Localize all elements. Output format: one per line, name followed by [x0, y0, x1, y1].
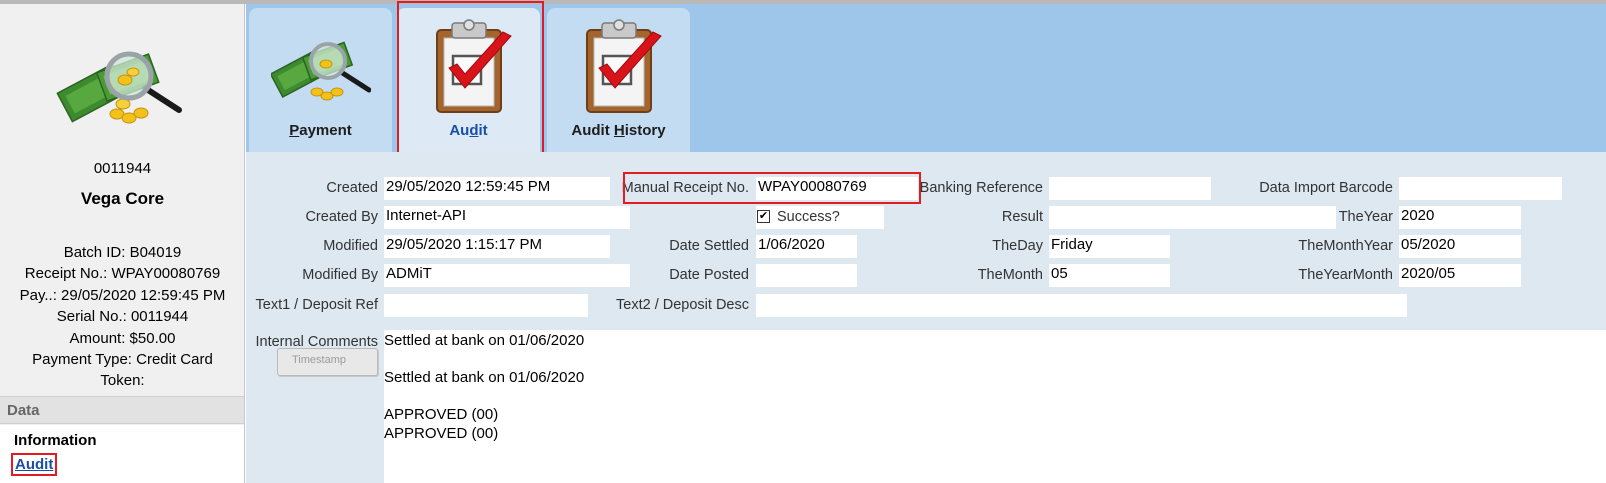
tab-audit-history-mnemonic: H	[613, 122, 625, 139]
tab-audit-highlight	[397, 1, 544, 154]
comment-line	[384, 351, 1606, 370]
text2-label: Text2 / Deposit Desc	[616, 297, 749, 313]
modified-by-field[interactable]: ADMiT	[384, 264, 630, 287]
manual-receipt-highlight	[623, 172, 921, 204]
timestamp-button[interactable]: Timestamp	[277, 348, 378, 376]
theday-label: TheDay	[992, 238, 1043, 254]
data-item-audit[interactable]: Audit	[11, 453, 58, 476]
comment-line	[384, 388, 1606, 407]
batch-id-text: Batch ID: B04019	[63, 244, 182, 261]
tab-audit-history-pre: Audit	[571, 122, 614, 139]
text1-field[interactable]	[384, 294, 588, 317]
tab-audit-history-rest: istory	[624, 122, 666, 139]
serial-no-text: Serial No.: 0011944	[56, 308, 189, 326]
tab-payment-label: Payment	[249, 122, 392, 139]
success-checkbox[interactable]: ✔	[757, 210, 770, 223]
text2-field[interactable]	[756, 294, 1407, 317]
success-label: Success?	[777, 209, 840, 225]
tab-payment-mnemonic: P	[289, 122, 300, 139]
tab-audit-history[interactable]: Audit History	[547, 8, 690, 153]
data-import-barcode-label: Data Import Barcode	[1259, 180, 1393, 196]
banking-reference-field[interactable]	[1049, 177, 1211, 200]
result-field[interactable]	[1049, 206, 1336, 229]
created-field[interactable]: 29/05/2020 12:59:45 PM	[384, 177, 610, 200]
result-label: Result	[1001, 209, 1043, 225]
data-item-information[interactable]: Information	[14, 432, 97, 449]
themonthyear-label: TheMonthYear	[1298, 238, 1393, 254]
comment-line: Settled at bank on 01/06/2020	[384, 332, 585, 349]
date-posted-field[interactable]	[756, 264, 857, 287]
comment-line: Settled at bank on 01/06/2020	[384, 369, 585, 386]
created-label: Created	[326, 180, 378, 196]
comment-line: APPROVED (00)	[384, 424, 499, 442]
sidebar: 0011944 Vega Core Batch ID: B04019 Recei…	[0, 4, 245, 483]
check-icon: ✔	[758, 210, 769, 222]
tab-payment-rest: ayment	[299, 122, 352, 139]
token-text: Token:	[100, 372, 145, 390]
money-search-icon	[269, 16, 372, 116]
themonthyear-field[interactable]: 05/2020	[1399, 235, 1521, 258]
modified-by-label: Modified By	[302, 267, 378, 283]
internal-comments-field[interactable]: Settled at bank on 01/06/2020 Settled at…	[384, 330, 1606, 483]
payment-type-text: Payment Type: Credit Card	[32, 351, 213, 369]
data-import-barcode-field[interactable]	[1399, 177, 1562, 200]
amount-text: Amount: $50.00	[69, 329, 176, 347]
date-settled-field[interactable]: 1/06/2020	[756, 235, 857, 258]
created-by-field[interactable]: Internet-API	[384, 206, 630, 229]
theyearmonth-field[interactable]: 2020/05	[1399, 264, 1521, 287]
pay-date-text: Pay..: 29/05/2020 12:59:45 PM	[19, 286, 226, 304]
record-name: Vega Core	[80, 189, 165, 208]
money-search-icon	[55, 46, 185, 131]
theyear-field[interactable]: 2020	[1399, 206, 1521, 229]
text1-label: Text1 / Deposit Ref	[255, 297, 379, 313]
theday-field[interactable]: Friday	[1049, 235, 1170, 258]
modified-label: Modified	[323, 238, 378, 254]
date-posted-label: Date Posted	[669, 267, 749, 283]
data-list: Information Audit	[0, 425, 244, 483]
date-settled-label: Date Settled	[669, 238, 749, 254]
themonth-label: TheMonth	[977, 267, 1043, 283]
receipt-no-text: Receipt No.: WPAY00080769	[24, 265, 221, 283]
banking-reference-label: Banking Reference	[919, 180, 1043, 196]
comment-line: APPROVED (00)	[384, 406, 499, 423]
record-id: 0011944	[93, 160, 152, 177]
tab-payment[interactable]: Payment	[249, 8, 392, 153]
clipboard-check-icon	[569, 16, 669, 116]
themonth-field[interactable]: 05	[1049, 264, 1170, 287]
modified-field[interactable]: 29/05/2020 1:15:17 PM	[384, 235, 610, 258]
record-details: Batch ID: B04019 Receipt No.: WPAY000807…	[0, 242, 245, 392]
created-by-label: Created By	[305, 209, 378, 225]
theyearmonth-label: TheYearMonth	[1298, 267, 1393, 283]
theyear-label: TheYear	[1338, 209, 1393, 225]
data-section-header: Data	[0, 396, 244, 424]
tab-audit-history-label: Audit History	[547, 122, 690, 139]
